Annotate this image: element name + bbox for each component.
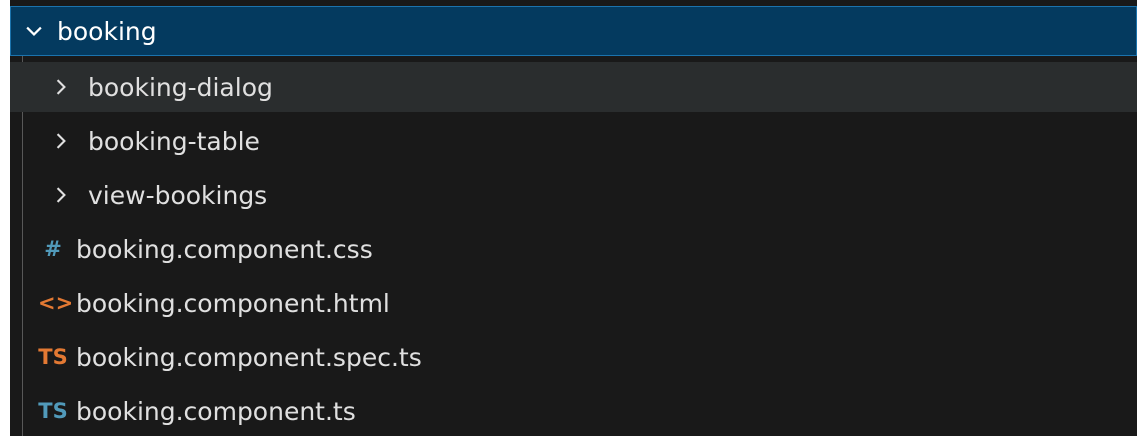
tree-item-label: booking.component.html [76, 288, 390, 318]
chevron-down-icon[interactable] [23, 20, 45, 42]
tree-item-booking-component-spec-ts[interactable]: TS booking.component.spec.ts [10, 332, 1137, 382]
folder-label: booking [57, 16, 157, 46]
chevron-right-icon[interactable] [50, 130, 72, 152]
tree-item-booking-table[interactable]: booking-table [10, 116, 1137, 166]
typescript-icon: TS [38, 345, 68, 369]
tree-item-label: booking-dialog [88, 72, 273, 102]
file-explorer: booking booking-dialog booking-table vie… [10, 0, 1137, 436]
tree-item-label: booking.component.ts [76, 396, 356, 426]
angle-brackets-icon: <> [38, 291, 74, 315]
tree-item-label: booking.component.spec.ts [76, 342, 422, 372]
typescript-icon: TS [38, 399, 68, 423]
tree-item-label: booking-table [88, 126, 260, 156]
hash-icon: # [44, 237, 62, 261]
chevron-right-icon[interactable] [50, 184, 72, 206]
chevron-right-icon[interactable] [50, 76, 72, 98]
folder-booking[interactable]: booking [10, 6, 1137, 56]
tree-item-label: booking.component.css [76, 234, 373, 264]
tree-item-booking-dialog[interactable]: booking-dialog [10, 62, 1137, 112]
tree-item-booking-component-css[interactable]: # booking.component.css [10, 224, 1137, 274]
tree-item-label: view-bookings [88, 180, 268, 210]
tree-item-view-bookings[interactable]: view-bookings [10, 170, 1137, 220]
tree-item-booking-component-html[interactable]: <> booking.component.html [10, 278, 1137, 328]
tree-item-booking-component-ts[interactable]: TS booking.component.ts [10, 386, 1137, 436]
